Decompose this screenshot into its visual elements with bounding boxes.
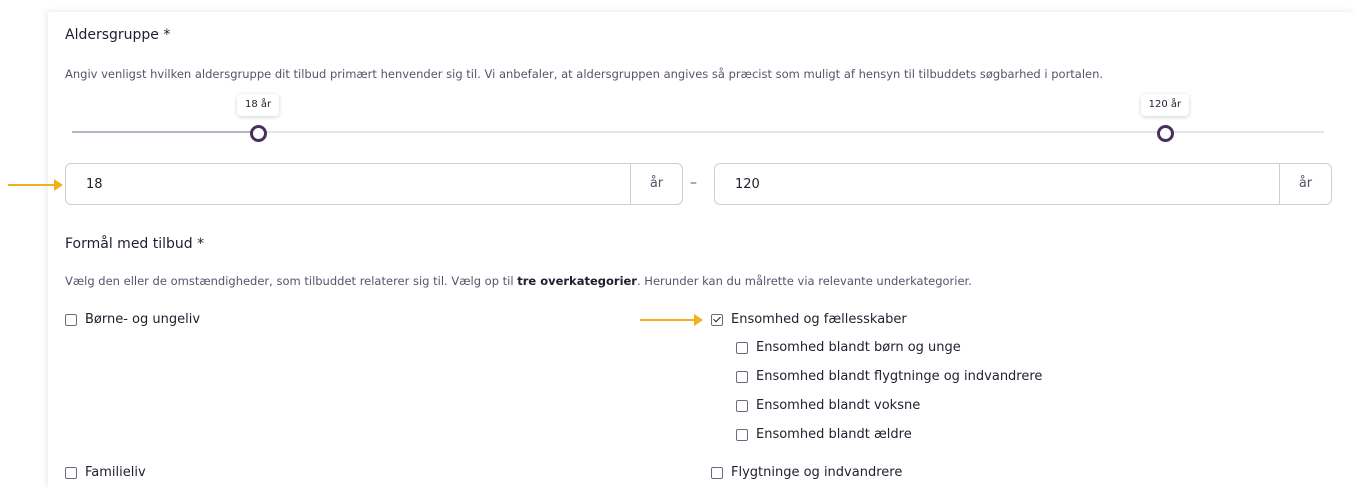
checkbox-refugees-immigrants[interactable] <box>711 466 723 479</box>
age-group-title: Aldersgruppe * <box>65 27 171 43</box>
purpose-description-bold: tre overkategorier <box>517 274 637 288</box>
subcategory-label: Ensomhed blandt ældre <box>756 427 912 442</box>
category-children-youth[interactable]: Børne- og ungeliv <box>65 312 200 327</box>
age-from-input[interactable] <box>66 164 632 204</box>
checkbox-family-life[interactable] <box>65 466 77 479</box>
category-label: Børne- og ungeliv <box>85 312 201 327</box>
arrow-highlight-age-input <box>8 179 63 191</box>
purpose-title: Formål med tilbud * <box>65 236 205 252</box>
checkbox-sub-elderly[interactable] <box>736 428 748 441</box>
subcategory-label: Ensomhed blandt børn og unge <box>756 340 961 355</box>
subcategory-adults[interactable]: Ensomhed blandt voksne <box>736 398 920 413</box>
age-group-description: Angiv venligst hvilken aldersgruppe dit … <box>65 67 1104 81</box>
age-slider-max-tooltip: 120 år <box>1140 94 1190 116</box>
purpose-description: Vælg den eller de omstændigheder, som ti… <box>65 274 972 288</box>
age-to-field: år <box>714 163 1332 205</box>
subcategory-elderly[interactable]: Ensomhed blandt ældre <box>736 427 912 442</box>
purpose-description-prefix: Vælg den eller de omstændigheder, som ti… <box>65 274 518 288</box>
subcategory-label: Ensomhed blandt voksne <box>756 398 921 413</box>
category-family-life[interactable]: Familieliv <box>65 465 146 480</box>
age-to-input[interactable] <box>715 164 1281 204</box>
arrow-highlight-loneliness <box>640 314 703 326</box>
age-slider-range <box>72 131 258 133</box>
age-from-field: år <box>65 163 683 205</box>
age-range-separator: – <box>690 175 697 191</box>
subcategory-refugees-immigrants[interactable]: Ensomhed blandt flygtninge og indvandrer… <box>736 369 1042 384</box>
category-label: Familieliv <box>85 465 146 480</box>
category-loneliness-community[interactable]: Ensomhed og fællesskaber <box>711 312 907 327</box>
purpose-description-suffix: . Herunder kan du målrette via relevante… <box>636 274 972 288</box>
age-from-unit: år <box>630 164 682 204</box>
age-to-unit: år <box>1279 164 1331 204</box>
age-slider-min-tooltip: 18 år <box>237 94 280 116</box>
form-panel <box>48 12 1355 488</box>
category-refugees-immigrants[interactable]: Flygtninge og indvandrere <box>711 465 902 480</box>
subcategory-children-youth[interactable]: Ensomhed blandt børn og unge <box>736 340 961 355</box>
checkbox-sub-refugees-immigrants[interactable] <box>736 370 748 383</box>
category-label: Flygtninge og indvandrere <box>731 465 903 480</box>
checkbox-children-youth[interactable] <box>65 313 77 326</box>
age-slider-min-handle[interactable] <box>250 125 267 142</box>
checkbox-sub-children-youth[interactable] <box>736 341 748 354</box>
category-label: Ensomhed og fællesskaber <box>731 312 907 327</box>
checkbox-sub-adults[interactable] <box>736 399 748 412</box>
subcategory-label: Ensomhed blandt flygtninge og indvandrer… <box>756 369 1043 384</box>
checkbox-loneliness-community[interactable] <box>711 313 723 326</box>
